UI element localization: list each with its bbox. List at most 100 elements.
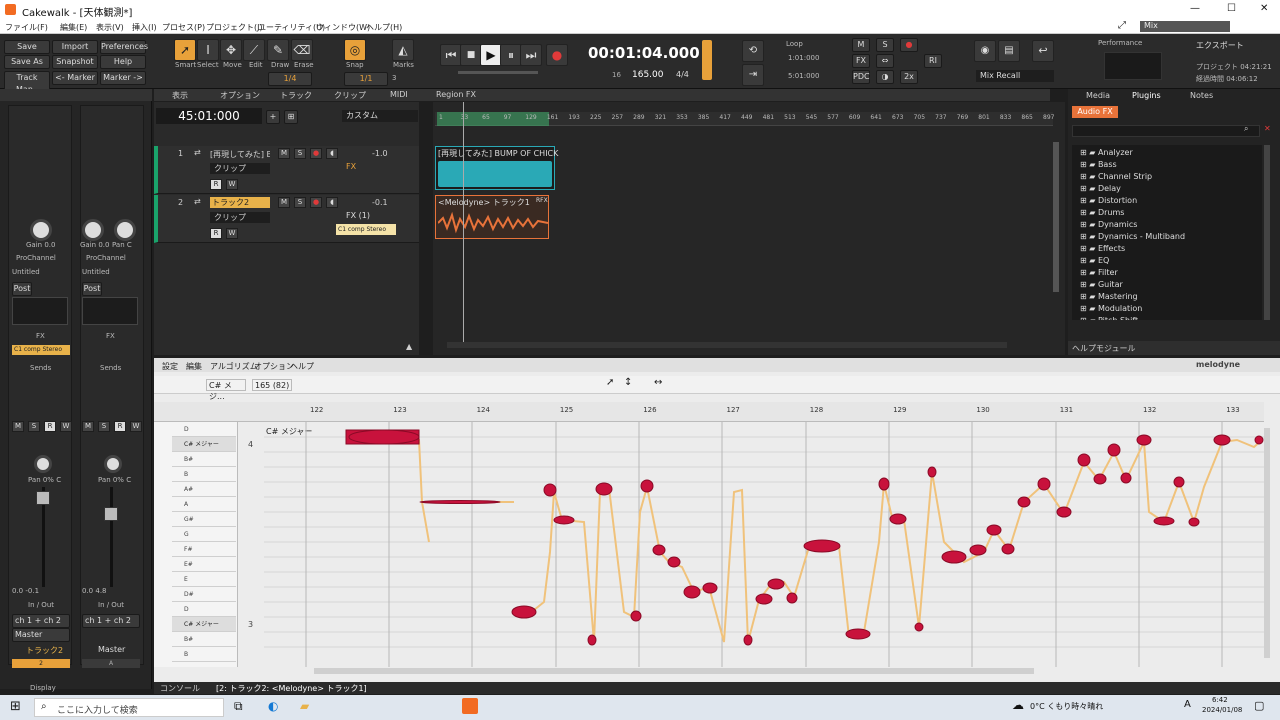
post-button-2[interactable]: Post [82, 282, 102, 296]
melodyne-menu-settings[interactable]: 設定 [162, 361, 178, 372]
track-monitor-button-2[interactable]: ◖ [326, 197, 338, 208]
taskbar-search[interactable]: ⌕ ここに入力して検索 [34, 698, 224, 717]
post-button[interactable]: Post [12, 282, 32, 296]
plugin-category-item[interactable]: ⊞ ▰ Guitar [1080, 279, 1123, 291]
play-button[interactable]: ▶ [480, 44, 502, 66]
mix-recall-select[interactable]: Mix Recall [976, 70, 1054, 82]
plugin-category-item[interactable]: ⊞ ▰ Delay [1080, 183, 1121, 195]
rewind-button[interactable]: ⏮ [440, 44, 462, 66]
menu-clip[interactable]: クリップ [334, 90, 366, 101]
tab-console[interactable]: コンソール [160, 683, 200, 694]
track-row-1[interactable]: 1 ⇄ [再現してみた] BU M S ● ◖ -1.0 クリップ FX R W [154, 146, 419, 194]
pan-knob[interactable] [34, 455, 52, 473]
import-button[interactable]: Import [52, 40, 98, 54]
move-tool-button[interactable]: ✥ [220, 39, 242, 61]
timing-tool-icon[interactable]: ↔ [654, 377, 662, 388]
mix-monitor-button[interactable]: ◑ [876, 70, 894, 84]
tempo-display[interactable]: 165.00 [632, 70, 664, 80]
task-view-icon[interactable]: ⧉ [234, 699, 243, 714]
track-clip-select[interactable]: クリップ [210, 163, 270, 174]
close-button[interactable]: ✕ [1260, 3, 1268, 14]
plugin-category-item[interactable]: ⊞ ▰ Mastering [1080, 291, 1138, 303]
track-arm-button[interactable]: ● [310, 148, 322, 159]
select-tool-button[interactable]: I [197, 39, 219, 61]
snapshot-button[interactable]: Snapshot [52, 55, 98, 69]
tab-notes[interactable]: Notes [1190, 91, 1213, 100]
edit-tool-button[interactable]: ⟋ [243, 39, 265, 61]
track-name[interactable]: [再現してみた] BU [210, 149, 270, 160]
preset-untitled[interactable]: Untitled [12, 268, 40, 276]
menu-window[interactable]: ウィンドウ(W) [316, 22, 370, 33]
mix-arm-button[interactable]: ● [900, 38, 918, 52]
melodyne-v-scrollbar[interactable] [1264, 428, 1270, 658]
tab-plugins[interactable]: Plugins [1132, 91, 1161, 100]
solo-button[interactable]: S [28, 421, 40, 432]
gain-knob[interactable] [30, 219, 52, 241]
menu-view-tracks[interactable]: 表示 [172, 90, 188, 101]
plugin-category-item[interactable]: ⊞ ▰ Filter [1080, 267, 1118, 279]
menu-help[interactable]: ヘルプ(H) [366, 22, 402, 33]
read-button-2[interactable]: R [114, 421, 126, 432]
menu-view[interactable]: 表示(V) [96, 22, 124, 33]
timeline-ruler[interactable]: 1 33 65 97 129 161 193 225 257 289 321 353 385 417 449… [435, 112, 1054, 126]
audio-fx-button[interactable]: Audio FX [1072, 106, 1118, 118]
view-preset-select[interactable]: カスタム [342, 110, 418, 122]
track-fx-label[interactable]: FX [346, 162, 356, 171]
smart-tool-button[interactable]: ➚ [174, 39, 196, 61]
marks-button[interactable]: ◭ [392, 39, 414, 61]
snap-toggle-button[interactable]: ◎ [344, 39, 366, 61]
menu-edit[interactable]: 編集(E) [60, 22, 87, 33]
plugin-category-item[interactable]: ⊞ ▰ Distortion [1080, 195, 1137, 207]
main-tool-icon[interactable]: ➚ [606, 377, 614, 388]
display-label[interactable]: Display [30, 684, 56, 692]
menu-process[interactable]: プロセス(P) [162, 22, 205, 33]
track-volume[interactable]: -1.0 [372, 149, 388, 158]
loop-end[interactable]: 5:01:000 [788, 72, 819, 80]
meter-display[interactable]: 4/4 [676, 70, 689, 79]
mix-automation-button[interactable]: ⇔ [876, 54, 894, 68]
input-select-2[interactable]: ch 1 + ch 2 [82, 614, 140, 628]
key-select[interactable]: C# メジ... [206, 379, 246, 401]
tab-media[interactable]: Media [1086, 91, 1110, 100]
track-row-2[interactable]: 2 ⇄ トラック2 M S ● ◖ -0.1 クリップ FX (1) C1 co… [154, 195, 419, 243]
mix-2x-button[interactable]: 2x [900, 70, 918, 84]
maximize-button[interactable]: ☐ [1227, 3, 1236, 14]
erase-tool-button[interactable]: ⌫ [291, 39, 313, 61]
loop-toggle-button[interactable]: ⟲ [742, 40, 764, 62]
read-button[interactable]: R [44, 421, 56, 432]
mix-mute-button[interactable]: M [852, 38, 870, 52]
track-arm-button-2[interactable]: ● [310, 197, 322, 208]
volume-fader-2[interactable] [104, 507, 118, 521]
mix-fx-button[interactable]: FX [852, 54, 870, 68]
clear-search-icon[interactable]: ✕ [1264, 124, 1271, 133]
save-button[interactable]: Save [4, 40, 50, 54]
output-select[interactable]: Master [12, 628, 70, 642]
screenset-select[interactable]: Mix [1140, 21, 1230, 32]
track-name-2[interactable]: トラック2 [210, 197, 270, 208]
input-select[interactable]: ch 1 + ch 2 [12, 614, 70, 628]
menu-options-tracks[interactable]: オプション [220, 90, 260, 101]
snap-resolution-select[interactable]: 1/4 [268, 72, 312, 86]
track-template-button[interactable]: ⊞ [284, 110, 298, 124]
vertical-scrollbar[interactable] [1053, 142, 1059, 292]
prev-marker-button[interactable]: <- Marker [52, 71, 98, 85]
collapse-pane-button[interactable]: ▲ [406, 342, 412, 351]
write-button-2[interactable]: W [130, 421, 142, 432]
clip-audio-1[interactable]: [再現してみた] BUMP OF CHICK [435, 146, 558, 190]
mute-button[interactable]: M [12, 421, 24, 432]
help-button[interactable]: Help [100, 55, 146, 69]
ime-indicator[interactable]: A [1184, 699, 1191, 710]
fast-forward-button[interactable]: ⏭ [520, 44, 542, 66]
tab-melodyne[interactable]: [2: トラック2: <Melodyne> トラック1] [216, 683, 367, 694]
track-monitor-button[interactable]: ◖ [326, 148, 338, 159]
edge-icon[interactable]: ◐ [268, 699, 278, 713]
plugin-category-item[interactable]: ⊞ ▰ Effects [1080, 243, 1125, 255]
notification-icon[interactable]: ▢ [1254, 699, 1264, 712]
plugin-category-item[interactable]: ⊞ ▰ Channel Strip [1080, 171, 1152, 183]
menu-midi[interactable]: MIDI [390, 90, 408, 99]
plugin-category-item[interactable]: ⊞ ▰ Pitch Shift [1080, 315, 1138, 320]
pitch-tool-icon[interactable]: ↕ [624, 377, 632, 388]
time-display[interactable]: 00:01:04.000 [588, 44, 700, 62]
fx-plugin-slot[interactable]: C1 comp Stereo [12, 345, 70, 355]
melodyne-menu-options[interactable]: オプション [254, 361, 294, 372]
